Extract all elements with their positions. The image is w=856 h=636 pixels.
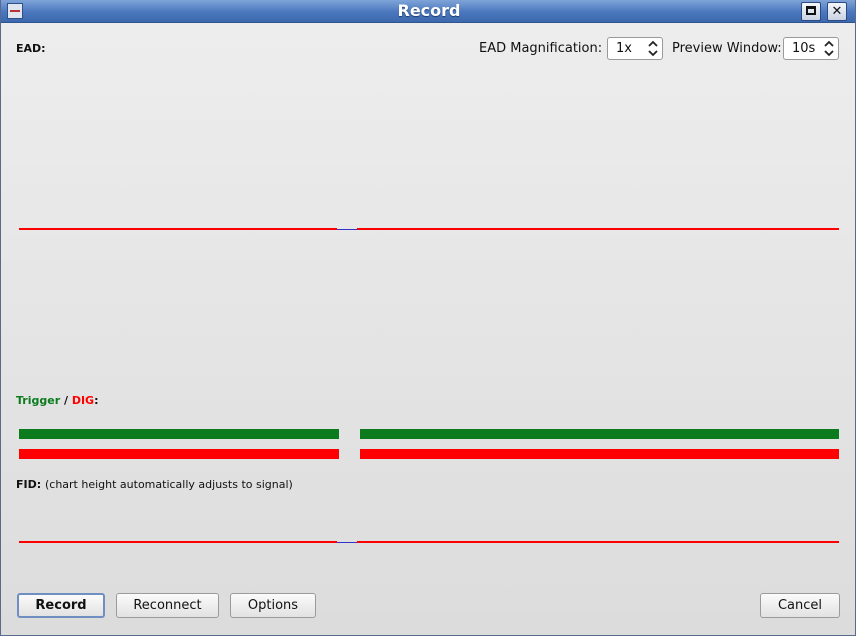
dig-bar-right [360, 449, 839, 459]
trigger-dig-label: Trigger / DIG: [16, 394, 98, 407]
preview-window-value: 10s [792, 41, 816, 56]
trigger-separator: / [60, 394, 72, 407]
fid-trace-left [19, 541, 337, 543]
window-title: Record [397, 1, 461, 20]
record-window: Record ✕ EAD: EAD Magnification: 1x Prev… [0, 0, 856, 636]
reconnect-button[interactable]: Reconnect [116, 593, 219, 618]
record-button[interactable]: Record [17, 593, 105, 618]
spin-arrows-icon[interactable] [648, 40, 658, 57]
title-bar[interactable]: Record ✕ [1, 0, 855, 23]
ead-magnification-spinner[interactable]: 1x [607, 37, 663, 60]
spin-arrows-icon[interactable] [824, 40, 834, 57]
trigger-bar-left [19, 429, 339, 439]
fid-note: (chart height automatically adjusts to s… [44, 478, 293, 491]
cancel-button[interactable]: Cancel [760, 593, 840, 618]
ead-label: EAD: [16, 42, 46, 55]
ead-magnification-label: EAD Magnification: [479, 41, 603, 56]
maximize-icon [806, 6, 816, 15]
trigger-bar-right [360, 429, 839, 439]
dig-label: DIG [71, 394, 95, 407]
fid-label-row: FID: (chart height automatically adjusts… [16, 478, 293, 491]
close-button[interactable]: ✕ [827, 2, 847, 21]
close-icon: ✕ [831, 4, 843, 19]
fid-trace-gap [337, 542, 357, 543]
fid-trace-right [357, 541, 839, 543]
preview-window-label: Preview Window: [672, 41, 782, 56]
ead-trace-gap [337, 229, 357, 230]
ead-trace-right [357, 228, 839, 230]
trigger-label: Trigger [16, 394, 61, 407]
options-button[interactable]: Options [230, 593, 316, 618]
ead-magnification-value: 1x [616, 41, 632, 56]
preview-window-spinner[interactable]: 10s [783, 37, 839, 60]
fid-label: FID: [16, 478, 42, 491]
trigger-colon: : [94, 394, 99, 407]
dig-bar-left [19, 449, 339, 459]
ead-trace-left [19, 228, 337, 230]
maximize-button[interactable] [801, 2, 821, 21]
